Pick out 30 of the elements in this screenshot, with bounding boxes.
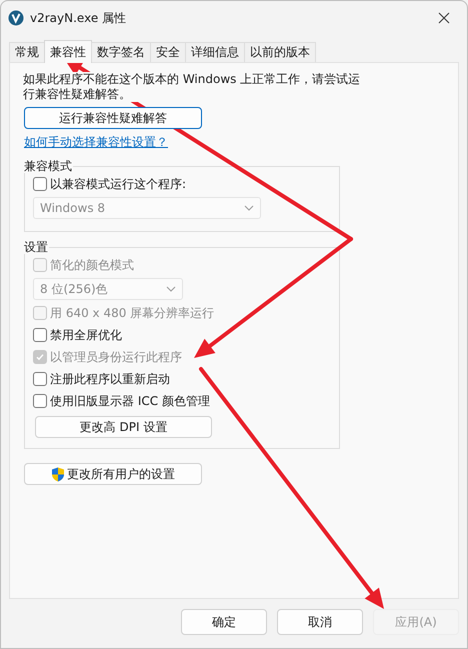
chevron-down-icon [166,286,176,292]
tab[interactable]: 数字签名 [91,42,151,62]
checkbox-label: 以兼容模式运行这个程序: [50,176,186,192]
checkbox-label: 禁用全屏优化 [50,326,122,344]
help-link[interactable]: 如何手动选择兼容性设置？ [24,134,168,151]
troubleshooter-button[interactable]: 运行兼容性疑难解答 [24,107,202,129]
window-title: v2rayN.exe 属性 [30,10,128,26]
checkbox[interactable] [33,177,47,191]
tab[interactable]: 兼容性 [44,40,92,63]
shield-icon [51,466,65,482]
dpi-settings-button[interactable]: 更改高 DPI 设置 [35,416,212,438]
checkbox-label: 简化的颜色模式 [50,256,134,274]
checkbox-label: 注册此程序以重新启动 [50,370,170,388]
checkmark-icon [35,352,45,362]
checkbox[interactable] [33,372,47,386]
all-users-settings-button[interactable]: 更改所有用户的设置 [24,463,202,485]
checkbox[interactable] [33,328,47,342]
checkbox[interactable] [33,394,47,408]
dialog-button[interactable]: 取消 [277,609,363,635]
checkbox-label: 使用旧版显示器 ICC 颜色管理 [50,392,210,410]
checkbox-label: 用 640 x 480 屏幕分辨率运行 [50,304,214,322]
dialog-button[interactable]: 确定 [181,609,267,635]
close-icon [438,12,450,24]
group-caption: 设置 [24,240,49,254]
chevron-down-icon [244,205,254,211]
tab[interactable]: 常规 [9,42,45,62]
checkbox-label: 以管理员身份运行此程序 [50,348,182,366]
group-caption: 兼容模式 [24,159,73,173]
tab[interactable]: 以前的版本 [244,42,316,62]
app-icon [8,10,24,26]
